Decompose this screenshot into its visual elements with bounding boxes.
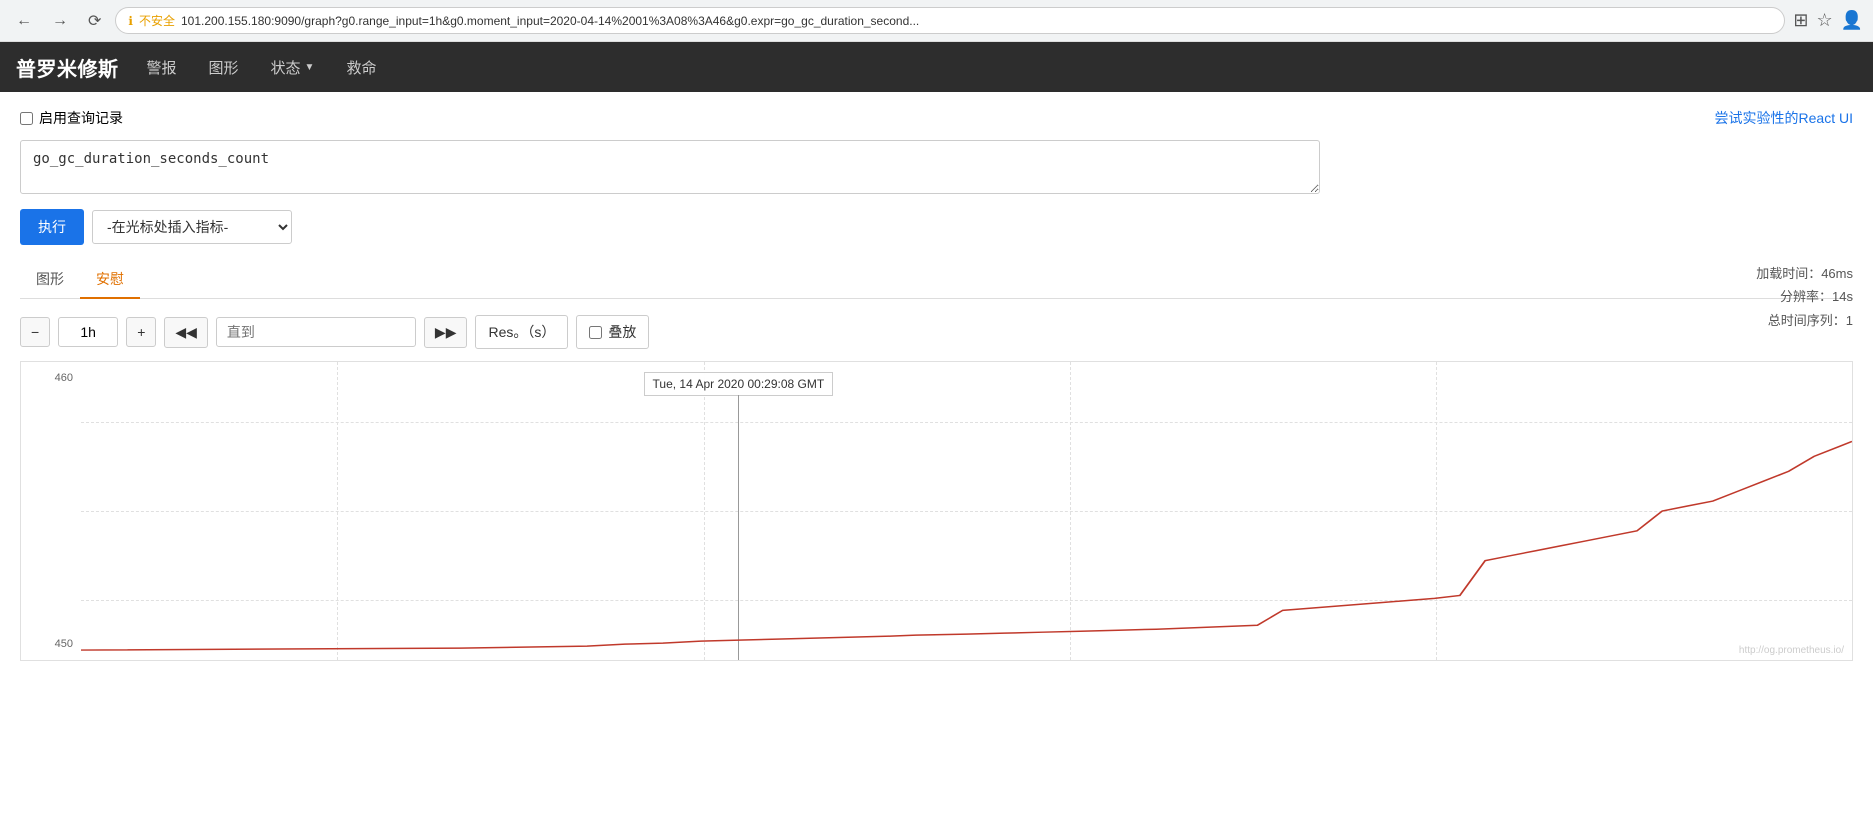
nav-item-status[interactable]: 状态 ▼ <box>267 51 319 84</box>
nav-status-label: 状态 <box>271 57 301 78</box>
stack-button[interactable]: 叠放 <box>576 315 649 349</box>
time-decrease-button[interactable]: − <box>20 317 50 347</box>
y-axis: 460 450 <box>21 362 81 660</box>
query-record-bar: 启用查询记录 尝试实验性的React UI <box>20 108 1853 128</box>
url-text: 101.200.155.180:9090/graph?g0.range_inpu… <box>181 14 919 28</box>
browser-bar: ← → ⟳ ℹ 不安全 101.200.155.180:9090/graph?g… <box>0 0 1873 42</box>
stack-label: 叠放 <box>608 322 636 342</box>
tabs-row: 图形 安慰 <box>20 261 1853 299</box>
graph-controls: − + ◀◀ ▶▶ Res。（s） 叠放 <box>20 315 1853 349</box>
load-time-label: 加载时间：46ms <box>1756 262 1853 285</box>
query-record-text: 启用查询记录 <box>39 108 123 128</box>
tab-graph-label: 图形 <box>36 271 64 287</box>
metric-insert-select[interactable]: -在光标处插入指标- <box>92 210 292 244</box>
y-label-460: 460 <box>29 372 73 384</box>
address-bar[interactable]: ℹ 不安全 101.200.155.180:9090/graph?g0.rang… <box>115 7 1785 34</box>
query-record-checkbox[interactable] <box>20 112 33 125</box>
nav-graph-label: 图形 <box>209 57 239 78</box>
data-line <box>81 441 1852 650</box>
time-back-button[interactable]: ◀◀ <box>164 317 208 348</box>
translate-icon[interactable]: ⊞ <box>1793 10 1808 31</box>
total-series-label: 总时间序列：1 <box>1756 309 1853 332</box>
action-row: 执行 -在光标处插入指标- <box>20 209 1853 245</box>
chart-watermark: http://og.prometheus.io/ <box>1739 645 1844 656</box>
app-brand[interactable]: 普罗米修斯 <box>16 53 119 82</box>
forward-button[interactable]: → <box>46 10 74 32</box>
y-label-450: 450 <box>29 638 73 650</box>
refresh-button[interactable]: ⟳ <box>82 9 107 33</box>
security-icon: ℹ <box>128 14 133 28</box>
query-record-left: 启用查询记录 <box>20 108 123 128</box>
end-time-input[interactable] <box>216 317 416 347</box>
tab-graph[interactable]: 图形 <box>20 261 80 299</box>
nav-item-graph[interactable]: 图形 <box>205 51 243 84</box>
react-ui-link[interactable]: 尝试实验性的React UI <box>1715 108 1853 128</box>
app-navbar: 普罗米修斯 警报 图形 状态 ▼ 救命 <box>0 42 1873 92</box>
execute-button[interactable]: 执行 <box>20 209 84 245</box>
profile-icon[interactable]: 👤 <box>1841 10 1863 31</box>
chart-plot <box>81 362 1852 660</box>
query-input-wrapper: go_gc_duration_seconds_count <box>20 140 1853 197</box>
time-forward-button[interactable]: ▶▶ <box>424 317 468 348</box>
query-record-label[interactable]: 启用查询记录 <box>20 108 123 128</box>
nav-alerts-label: 警报 <box>147 57 177 78</box>
security-label: 不安全 <box>139 12 175 29</box>
chart-svg <box>81 362 1852 660</box>
nav-item-alerts[interactable]: 警报 <box>143 51 181 84</box>
bookmark-icon[interactable]: ☆ <box>1816 10 1832 31</box>
time-increase-button[interactable]: + <box>126 317 156 347</box>
tab-console[interactable]: 安慰 <box>80 261 140 299</box>
status-dropdown-arrow: ▼ <box>305 62 315 73</box>
stack-checkbox[interactable] <box>589 326 602 339</box>
nav-help-label: 救命 <box>346 57 376 78</box>
info-panel: 加载时间：46ms 分辨率：14s 总时间序列：1 <box>1756 262 1853 332</box>
back-button[interactable]: ← <box>10 10 38 32</box>
resolution-label: 分辨率：14s <box>1756 285 1853 308</box>
time-range-input[interactable] <box>58 317 118 347</box>
query-input[interactable]: go_gc_duration_seconds_count <box>20 140 1320 194</box>
nav-item-help[interactable]: 救命 <box>342 51 380 84</box>
browser-actions: ⊞ ☆ 👤 <box>1793 10 1863 31</box>
tab-console-label: 安慰 <box>96 271 124 287</box>
chart-container: 460 450 Tue, 14 Apr 2020 00:29:08 GMT ht… <box>20 361 1853 661</box>
main-content: 启用查询记录 尝试实验性的React UI go_gc_duration_sec… <box>0 92 1873 677</box>
resolution-button[interactable]: Res。（s） <box>475 315 568 349</box>
